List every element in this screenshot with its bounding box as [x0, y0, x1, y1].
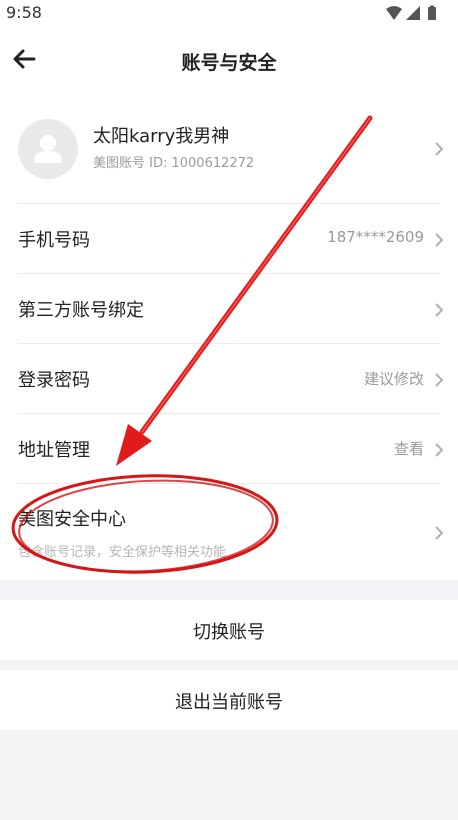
- security-center-row[interactable]: 美图安全中心 包含账号记录，安全保护等相关功能: [0, 484, 458, 580]
- battery-icon: [428, 5, 436, 20]
- chevron-right-icon: [435, 373, 444, 387]
- page-title: 账号与安全: [181, 52, 277, 74]
- security-center-label: 美图安全中心: [18, 509, 126, 530]
- login-password-label: 登录密码: [18, 370, 90, 391]
- phone-number-value: 187****2609: [327, 228, 424, 246]
- address-management-value: 查看: [393, 440, 424, 458]
- chevron-right-icon: [435, 142, 444, 156]
- signal-icon: [406, 6, 420, 20]
- status-bar: 9:58: [0, 0, 458, 28]
- chevron-right-icon: [435, 526, 444, 540]
- login-password-row[interactable]: 登录密码 建议修改: [0, 344, 458, 414]
- third-party-binding-label: 第三方账号绑定: [18, 300, 144, 321]
- third-party-binding-row[interactable]: 第三方账号绑定: [0, 274, 458, 344]
- app-header: 账号与安全: [0, 28, 458, 94]
- chevron-right-icon: [435, 303, 444, 317]
- profile-account-id: 美图账号 ID: 1000612272: [93, 156, 255, 171]
- status-icons: [384, 5, 440, 23]
- security-center-subtitle: 包含账号记录，安全保护等相关功能: [18, 545, 227, 560]
- avatar-placeholder-icon: [34, 135, 62, 163]
- logout-button[interactable]: 退出当前账号: [0, 670, 458, 730]
- chevron-right-icon: [435, 233, 444, 247]
- login-password-value: 建议修改: [363, 370, 424, 388]
- status-time: 9:58: [6, 3, 42, 22]
- address-management-label: 地址管理: [18, 440, 90, 461]
- wifi-icon: [386, 6, 402, 20]
- profile-row[interactable]: 太阳karry我男神 美图账号 ID: 1000612272: [0, 94, 458, 204]
- profile-name: 太阳karry我男神: [93, 126, 230, 147]
- logout-label: 退出当前账号: [175, 692, 283, 713]
- phone-number-row[interactable]: 手机号码 187****2609: [0, 204, 458, 274]
- address-management-row[interactable]: 地址管理 查看: [0, 414, 458, 484]
- chevron-right-icon: [435, 443, 444, 457]
- phone-number-label: 手机号码: [18, 230, 90, 251]
- switch-account-label: 切换账号: [193, 622, 265, 643]
- avatar: [18, 119, 78, 179]
- switch-account-button[interactable]: 切换账号: [0, 600, 458, 660]
